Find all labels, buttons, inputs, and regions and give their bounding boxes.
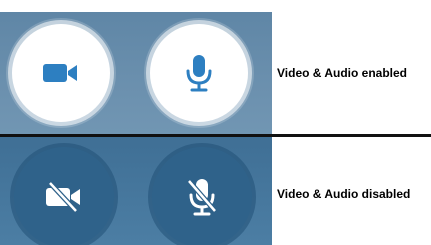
disabled-panel: [0, 137, 272, 245]
video-camera-off-icon: [44, 181, 84, 213]
video-toggle-button-disabled[interactable]: [14, 147, 114, 245]
enabled-panel: [0, 12, 272, 134]
audio-toggle-button-disabled[interactable]: [152, 147, 252, 245]
enabled-label: Video & Audio enabled: [277, 66, 408, 80]
video-camera-icon: [41, 61, 81, 85]
audio-toggle-button[interactable]: [150, 24, 248, 122]
video-toggle-button[interactable]: [12, 24, 110, 122]
microphone-icon: [184, 53, 214, 93]
microphone-off-icon: [186, 177, 218, 217]
disabled-label: Video & Audio disabled: [277, 187, 411, 201]
